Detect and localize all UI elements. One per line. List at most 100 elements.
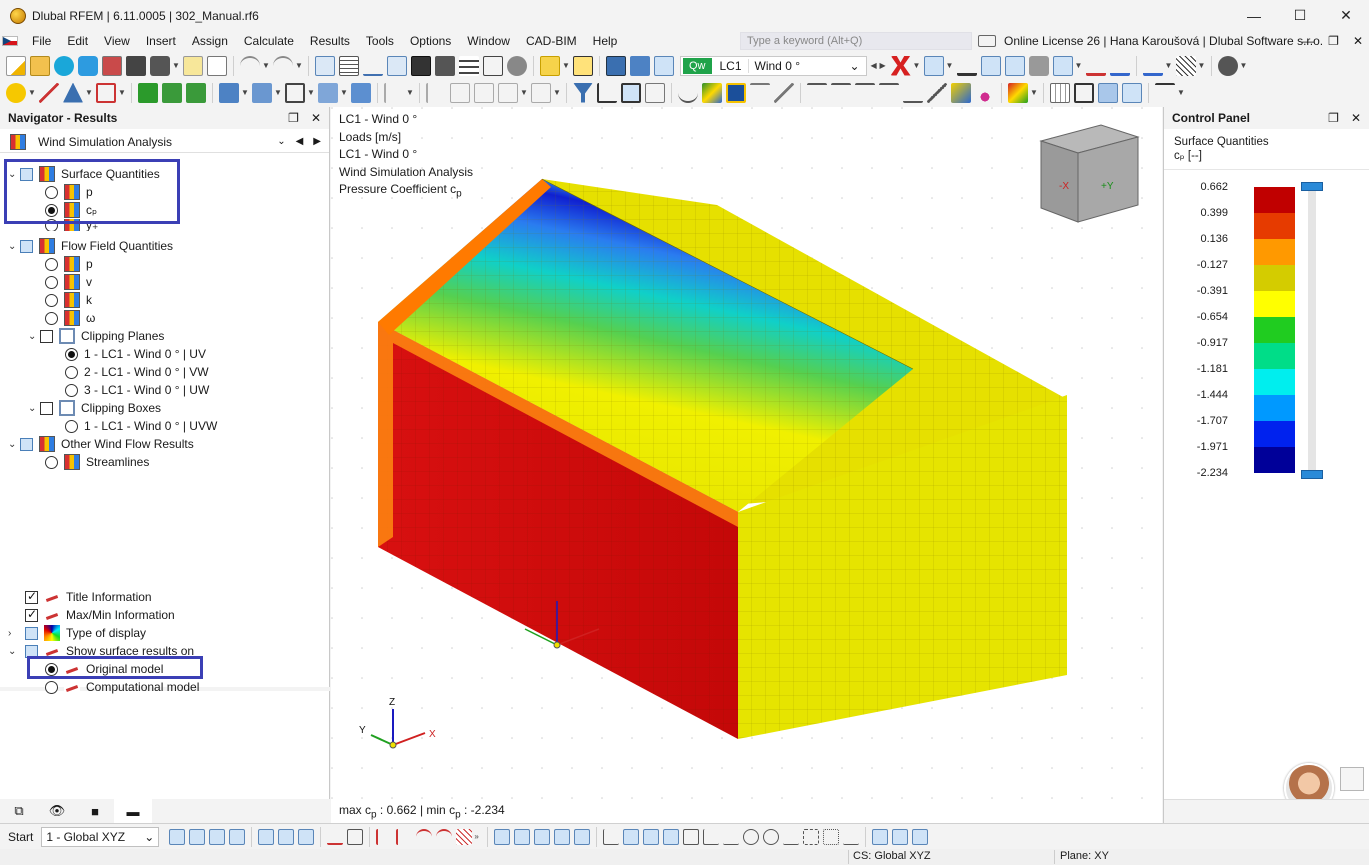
- script-icon[interactable]: [435, 56, 455, 76]
- close-button[interactable]: ✕: [1323, 0, 1369, 31]
- tree-ff-p[interactable]: p: [45, 255, 93, 273]
- menu-view[interactable]: View: [96, 31, 138, 51]
- values-icon[interactable]: [957, 56, 977, 76]
- line-tool-icon[interactable]: [376, 829, 392, 845]
- print-report-icon[interactable]: [102, 56, 122, 76]
- cloud-icon[interactable]: [54, 56, 74, 76]
- menu-file[interactable]: File: [24, 31, 59, 51]
- report-icon[interactable]: [207, 56, 227, 76]
- member-dropdown-icon[interactable]: ▼: [118, 88, 125, 97]
- tree-flow-field[interactable]: ⌄ Flow Field Quantities: [8, 237, 173, 255]
- guide-lines-icon[interactable]: [278, 829, 294, 845]
- load-case-icon[interactable]: [630, 56, 650, 76]
- pencil-icon[interactable]: [774, 83, 794, 103]
- show-results-icon[interactable]: [924, 56, 944, 76]
- guide-icon[interactable]: [645, 83, 665, 103]
- surface-quantities-checkbox[interactable]: [20, 168, 33, 181]
- show-results-dropdown-icon[interactable]: ▼: [946, 61, 953, 70]
- doc-minimize-button[interactable]: —: [1302, 34, 1314, 48]
- filter-icon[interactable]: [1143, 56, 1163, 76]
- pin-panel-icon[interactable]: ❐: [288, 111, 299, 125]
- title-info-checkbox[interactable]: [25, 591, 38, 604]
- radio-cb1[interactable]: [65, 420, 78, 433]
- results-dropdown-icon[interactable]: ▼: [913, 61, 920, 70]
- print-dropdown-icon[interactable]: ▼: [172, 61, 179, 70]
- grid-results-icon[interactable]: [606, 56, 626, 76]
- panel-icon[interactable]: [387, 56, 407, 76]
- polyline-icon[interactable]: [396, 829, 412, 845]
- magnet-icon[interactable]: [623, 829, 639, 845]
- dash-toggle-icon[interactable]: [892, 829, 908, 845]
- solid-color-icon[interactable]: [726, 83, 746, 103]
- tree-ff-k[interactable]: k: [45, 291, 92, 309]
- ortho-toggle-icon[interactable]: [574, 829, 590, 845]
- chevron-down-icon[interactable]: ⌄: [8, 646, 20, 657]
- layers-icon[interactable]: [459, 56, 479, 76]
- tree-other-wind[interactable]: ⌄ Other Wind Flow Results: [8, 435, 194, 453]
- chevron-right-icon[interactable]: ›: [8, 628, 20, 639]
- tree-ff-v[interactable]: v: [45, 273, 92, 291]
- keyword-search-input[interactable]: Type a keyword (Alt+Q): [740, 32, 972, 50]
- grid-snap-toggle-icon[interactable]: [494, 829, 510, 845]
- chevron-down-icon[interactable]: ⌄: [8, 169, 20, 180]
- dotted-toggle-icon[interactable]: [872, 829, 888, 845]
- move-icon[interactable]: [426, 83, 446, 103]
- pin-panel-icon[interactable]: ❐: [1328, 111, 1339, 125]
- line-style-icon[interactable]: [1155, 83, 1175, 103]
- tree-cp2[interactable]: 2 - LC1 - Wind 0 ° | VW: [65, 363, 209, 381]
- chevron-down-icon[interactable]: ⌄: [277, 136, 285, 147]
- tangent-icon[interactable]: [763, 829, 779, 845]
- coordinate-system-select[interactable]: 1 - Global XYZ⌄: [41, 827, 159, 847]
- opt-maxmin-info[interactable]: Max/Min Information: [25, 606, 175, 624]
- filter-dropdown-icon[interactable]: ▼: [1165, 61, 1172, 70]
- mesh-icon[interactable]: [318, 83, 338, 103]
- tree-streamlines[interactable]: Streamlines: [45, 453, 149, 471]
- solid-icon[interactable]: [252, 83, 272, 103]
- dotted-grid-icon[interactable]: [823, 829, 839, 845]
- radio-ff-v[interactable]: [45, 276, 58, 289]
- wave-icon[interactable]: [831, 83, 851, 103]
- next-arrow-icon[interactable]: ▶: [313, 136, 321, 147]
- opt-title-info[interactable]: Title Information: [25, 588, 152, 606]
- radio-sq-yplus[interactable]: [45, 219, 58, 231]
- more-icon[interactable]: »: [474, 832, 481, 841]
- funnel-icon[interactable]: [573, 83, 593, 103]
- spline-icon[interactable]: [436, 829, 452, 845]
- mirror-dropdown-icon[interactable]: ▼: [520, 88, 527, 97]
- menu-calculate[interactable]: Calculate: [236, 31, 302, 51]
- prev-load-case-icon[interactable]: ◀: [871, 61, 878, 70]
- snap-dropdown-icon[interactable]: ▼: [28, 88, 35, 97]
- color-legend[interactable]: 0.6620.3990.136-0.127-0.391-0.654-0.917-…: [1164, 177, 1369, 487]
- chevron-down-icon[interactable]: ⌄: [28, 331, 40, 342]
- brush-icon[interactable]: [951, 83, 971, 103]
- axis-dropdown-icon[interactable]: ▼: [406, 88, 413, 97]
- opening-icon[interactable]: [285, 83, 305, 103]
- webservice-icon[interactable]: [78, 56, 98, 76]
- clipping-boxes-checkbox[interactable]: [40, 402, 53, 415]
- navigator-toggle-icon[interactable]: [315, 56, 335, 76]
- tree-sq-cp[interactable]: cₚ: [45, 201, 97, 219]
- results-values-icon[interactable]: [981, 56, 1001, 76]
- menu-options[interactable]: Options: [402, 31, 459, 51]
- show-on-checkbox[interactable]: [25, 645, 38, 658]
- combination-icon[interactable]: [654, 56, 674, 76]
- tree-cp3[interactable]: 3 - LC1 - Wind 0 ° | UW: [65, 381, 209, 399]
- menu-results[interactable]: Results: [302, 31, 358, 51]
- menu-help[interactable]: Help: [585, 31, 626, 51]
- hinge-icon[interactable]: [162, 83, 182, 103]
- copy-icon[interactable]: [450, 83, 470, 103]
- 3d-viewport[interactable]: -X +Y Z X Y LC1 - Wind 0 ° Loads [m/s] L…: [331, 107, 1162, 823]
- maximize-button[interactable]: ☐: [1277, 0, 1323, 31]
- radio-sq-p[interactable]: [45, 186, 58, 199]
- member-icon[interactable]: [96, 83, 116, 103]
- text-icon[interactable]: [573, 56, 593, 76]
- panel-settings-icon[interactable]: [1340, 767, 1364, 791]
- chevron-down-icon[interactable]: ⌄: [8, 439, 20, 450]
- square-snap-icon[interactable]: [643, 829, 659, 845]
- view-plane-icon[interactable]: [209, 829, 225, 845]
- join-icon[interactable]: [903, 83, 923, 103]
- globe-icon[interactable]: [507, 56, 527, 76]
- opt-show-on[interactable]: ⌄ Show surface results on: [8, 642, 194, 660]
- cube-icon[interactable]: [351, 83, 371, 103]
- redo-dropdown-icon[interactable]: ▼: [295, 61, 302, 70]
